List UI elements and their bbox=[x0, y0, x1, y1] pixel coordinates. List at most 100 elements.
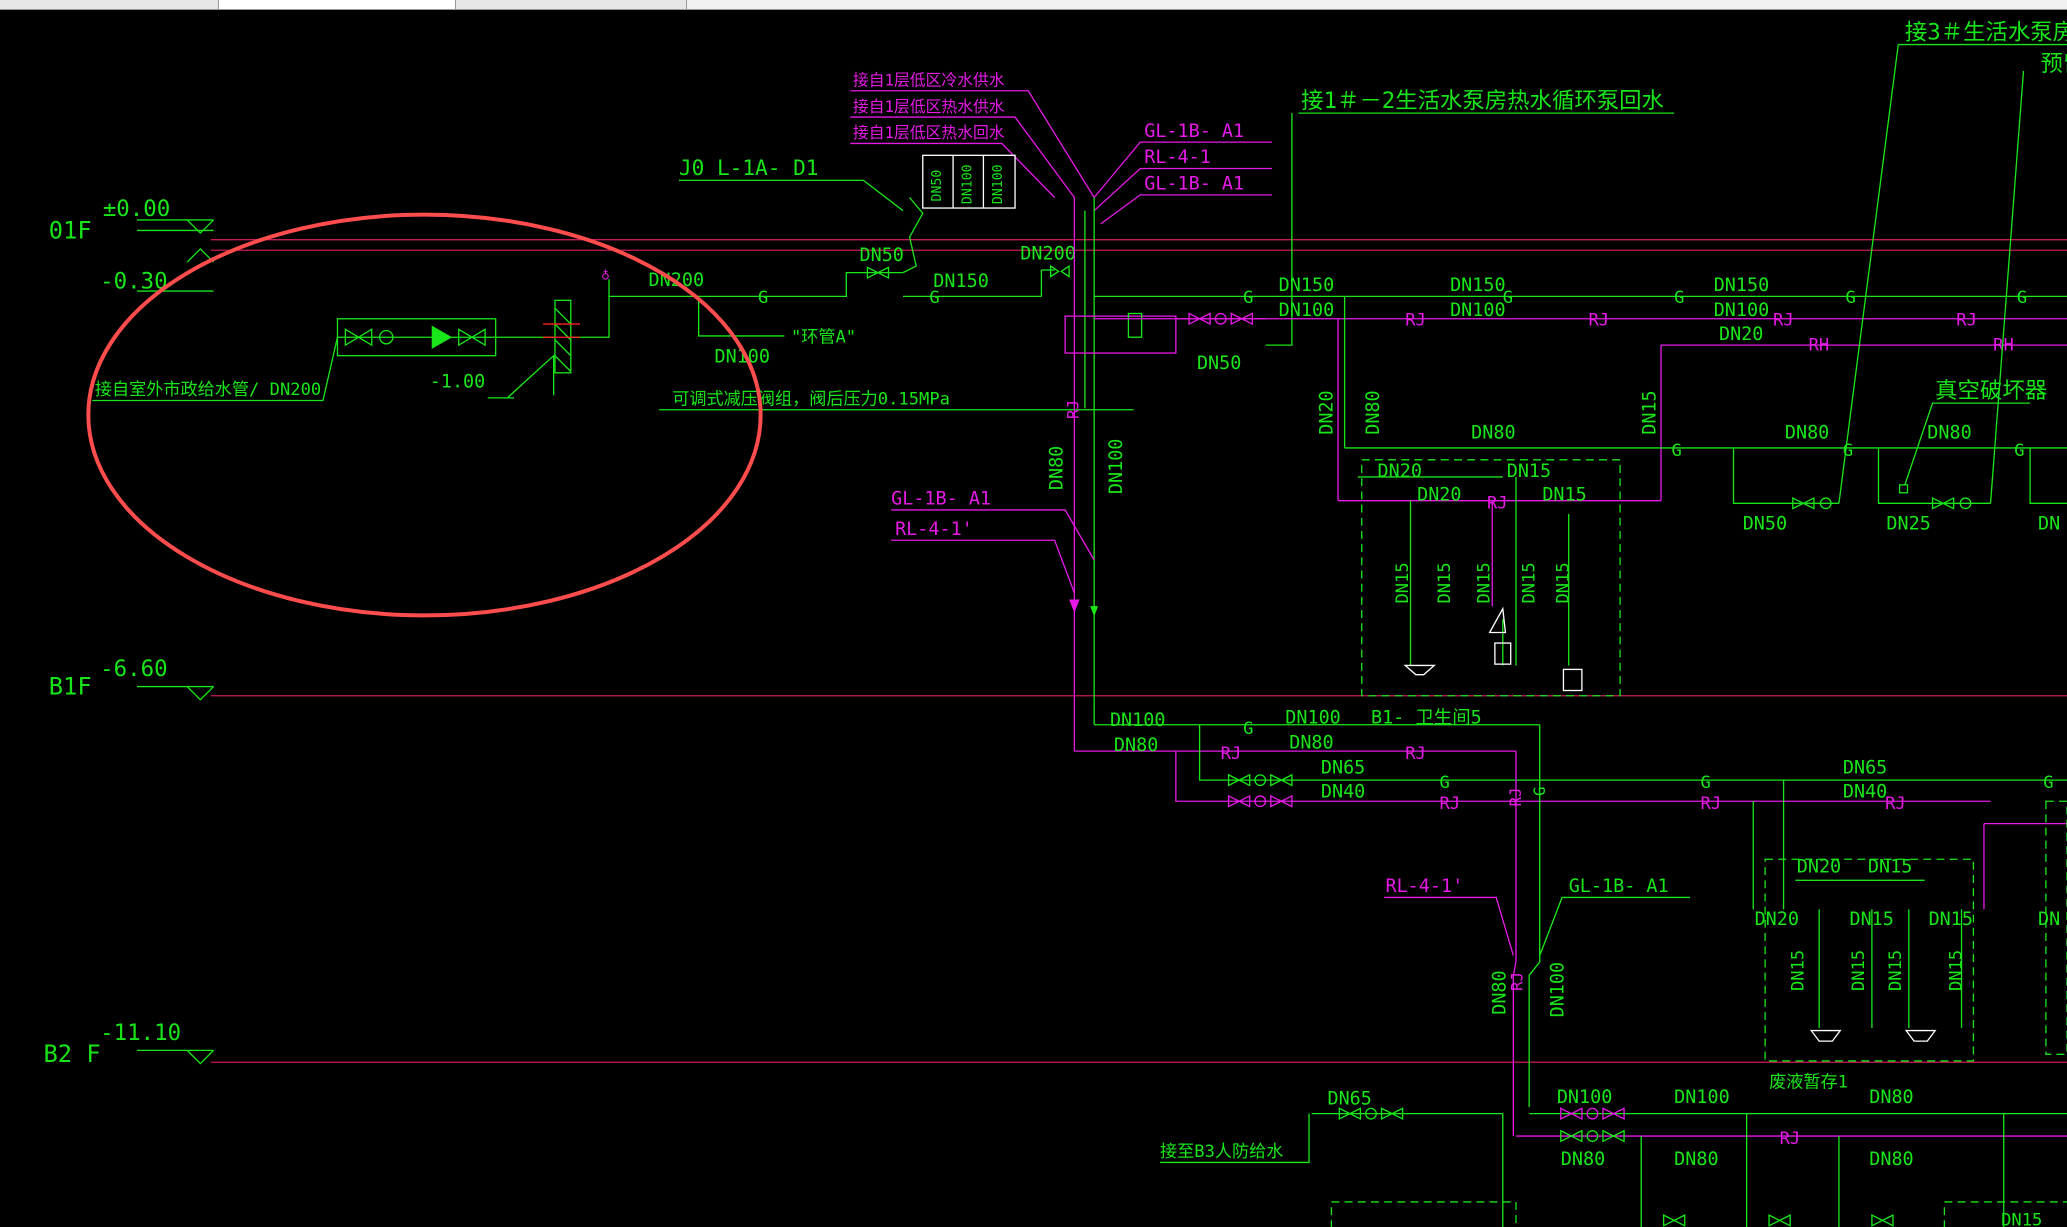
g-label-c: G bbox=[1243, 288, 1253, 308]
b2f-zone-a bbox=[1330, 1201, 1517, 1227]
dn100-label-b: DN100 bbox=[1279, 300, 1335, 321]
riser-rl-2: RL-4-1' bbox=[895, 519, 973, 540]
dn15-label-c: DN15 bbox=[1868, 856, 1912, 877]
g-label-n: G bbox=[2043, 773, 2053, 793]
riser-jl-label: J0 L-1A- D1 bbox=[679, 155, 819, 180]
dn65-label-a: DN65 bbox=[1321, 758, 1365, 779]
waste-room-label: 废液暂存1 bbox=[1769, 1072, 1848, 1092]
rj-label-d: RJ bbox=[1956, 310, 1977, 330]
b1-restroom-label: B1- 卫生间5 bbox=[1371, 707, 1482, 728]
b2f-bottom-valves bbox=[1662, 1214, 1894, 1227]
g-label-g: G bbox=[2017, 288, 2027, 308]
rj-label-h: RJ bbox=[1440, 794, 1461, 814]
to-pump3-label: 接3＃生活水泵房水箱 bbox=[1905, 19, 2067, 45]
dn20-label-a: DN20 bbox=[1719, 324, 1763, 345]
dn20-label-b: DN20 bbox=[1378, 461, 1422, 482]
elevation-minus-660: -6.60 bbox=[100, 656, 167, 682]
dn80-label-g: DN80 bbox=[1561, 1149, 1605, 1170]
dn20-vertical-a: DN20 bbox=[1317, 390, 1338, 434]
dn80-label-a: DN80 bbox=[1471, 423, 1515, 444]
rj-label-e: RJ bbox=[1487, 494, 1508, 514]
rj-vertical-a: RJ bbox=[1063, 400, 1082, 419]
dn80-label-b: DN80 bbox=[1785, 423, 1829, 444]
valves-01f bbox=[1792, 484, 1972, 510]
dn50-label-a: DN50 bbox=[859, 245, 903, 266]
floor-markers bbox=[137, 219, 215, 1065]
g-label-l: G bbox=[1440, 773, 1450, 793]
rj-vertical-b: RJ bbox=[1506, 787, 1525, 806]
g-label-h: G bbox=[1672, 441, 1682, 461]
dn40-label-a: DN40 bbox=[1321, 781, 1365, 802]
dn15-vertical-i: DN15 bbox=[1886, 950, 1906, 991]
b2f-branches bbox=[1160, 1112, 2067, 1227]
arrow-down-1 bbox=[1069, 599, 1080, 613]
rj-label-k: RJ bbox=[1780, 1129, 1801, 1149]
g-label-d: G bbox=[1503, 288, 1513, 308]
dn150-label-a: DN150 bbox=[933, 271, 989, 292]
dn80-label-e: DN80 bbox=[1289, 733, 1333, 754]
riser-rl-3: RL-4-1' bbox=[1385, 876, 1463, 897]
city-supply-label: 接自室外市政给水管/ DN200 bbox=[95, 380, 321, 400]
ring-label: "环管A" bbox=[791, 328, 856, 348]
fixtures-b1f bbox=[1809, 1029, 1937, 1042]
dn80-vertical-a: DN80 bbox=[1047, 446, 1068, 490]
leader-rl3 bbox=[1384, 896, 1514, 956]
fixtures-01f bbox=[1403, 606, 1583, 692]
dn100-label-f: DN100 bbox=[1285, 707, 1341, 728]
elevation-0: ±0.00 bbox=[103, 196, 170, 222]
rj-vertical-c: RJ bbox=[1508, 972, 1527, 991]
floor-lines bbox=[210, 239, 2067, 1063]
from-hot-return-label: 接自1层低区热水回水 bbox=[853, 123, 1005, 142]
riser-gl-1: GL-1B- A1 bbox=[1144, 121, 1244, 142]
rh-label-a: RH bbox=[1809, 335, 1830, 355]
drawing-tab-1[interactable] bbox=[0, 0, 219, 9]
g-label-f: G bbox=[1846, 288, 1856, 308]
arrow-down-2 bbox=[1090, 606, 1099, 617]
vent-symbol: ♁ bbox=[601, 267, 610, 283]
g-label-a: G bbox=[758, 288, 768, 308]
dn40-label-b: DN40 bbox=[1843, 781, 1887, 802]
dn20-label-d: DN20 bbox=[1797, 856, 1841, 877]
g-vertical-a: G bbox=[1530, 786, 1549, 796]
dn100-label-d: DN100 bbox=[1714, 300, 1770, 321]
dn-partial-label-a: DN bbox=[2038, 514, 2060, 535]
from-cold-supply-label: 接自1层低区冷水供水 bbox=[853, 70, 1005, 89]
dn80-label-c: DN80 bbox=[1927, 423, 1971, 444]
dn150-label-c: DN150 bbox=[1450, 275, 1506, 296]
dn100-label-e: DN100 bbox=[1110, 710, 1166, 731]
dn100-vertical-a: DN100 bbox=[1106, 439, 1127, 495]
dn50-label-b: DN50 bbox=[1197, 353, 1241, 374]
riser-rl-1: RL-4-1 bbox=[1144, 147, 1211, 168]
rj-label-f: RJ bbox=[1221, 744, 1242, 764]
to-b3-label: 接至B3人防给水 bbox=[1160, 1142, 1283, 1162]
vacuum-leader bbox=[1904, 402, 2031, 486]
dn80-label-h: DN80 bbox=[1674, 1149, 1718, 1170]
leader-rl2 bbox=[891, 539, 1075, 594]
dn100-label-g: DN100 bbox=[1557, 1087, 1613, 1108]
dn15-label-b: DN15 bbox=[1542, 485, 1586, 506]
drawing-tab-3[interactable] bbox=[456, 0, 687, 9]
rj-label-g: RJ bbox=[1405, 744, 1426, 764]
riser-gl-4: GL-1B- A1 bbox=[1569, 876, 1669, 897]
dn20-label-c: DN20 bbox=[1417, 485, 1461, 506]
prv-assembly bbox=[1064, 295, 2067, 501]
dn15-vertical-d: DN15 bbox=[1475, 562, 1495, 603]
drawing-tab-2[interactable] bbox=[219, 0, 456, 9]
dn15-label-f: DN15 bbox=[2001, 1211, 2042, 1227]
dn-partial-label-b: DN bbox=[2038, 909, 2060, 930]
box-dn100-a: DN100 bbox=[961, 164, 976, 204]
dn200-label-b: DN200 bbox=[1020, 243, 1076, 264]
dn80-label-i: DN80 bbox=[1869, 1149, 1913, 1170]
dn100-label-c: DN100 bbox=[1450, 300, 1506, 321]
to-pump1-label: 接1＃－2生活水泵房热水循环泵回水 bbox=[1301, 88, 1664, 114]
dn15-label-e: DN15 bbox=[1929, 909, 1973, 930]
cad-drawing-canvas[interactable]: 01F ±0.00 -0.30 B1F -6.60 B2 F -11.10 ♁ … bbox=[0, 9, 2067, 1227]
prv-label: 可调式减压阀组，阀后压力0.15MPa bbox=[672, 389, 950, 409]
dn15-vertical-c: DN15 bbox=[1435, 562, 1455, 603]
from-hot-supply-label: 接自1层低区热水供水 bbox=[853, 97, 1005, 116]
floor-label-b1f: B1F bbox=[49, 672, 92, 700]
jl-leader bbox=[678, 179, 904, 212]
dn15-label-d: DN15 bbox=[1849, 909, 1893, 930]
vacuum-breaker-label: 真空破坏器 bbox=[1935, 378, 2047, 404]
dn15-vertical-j: DN15 bbox=[1947, 950, 1967, 991]
